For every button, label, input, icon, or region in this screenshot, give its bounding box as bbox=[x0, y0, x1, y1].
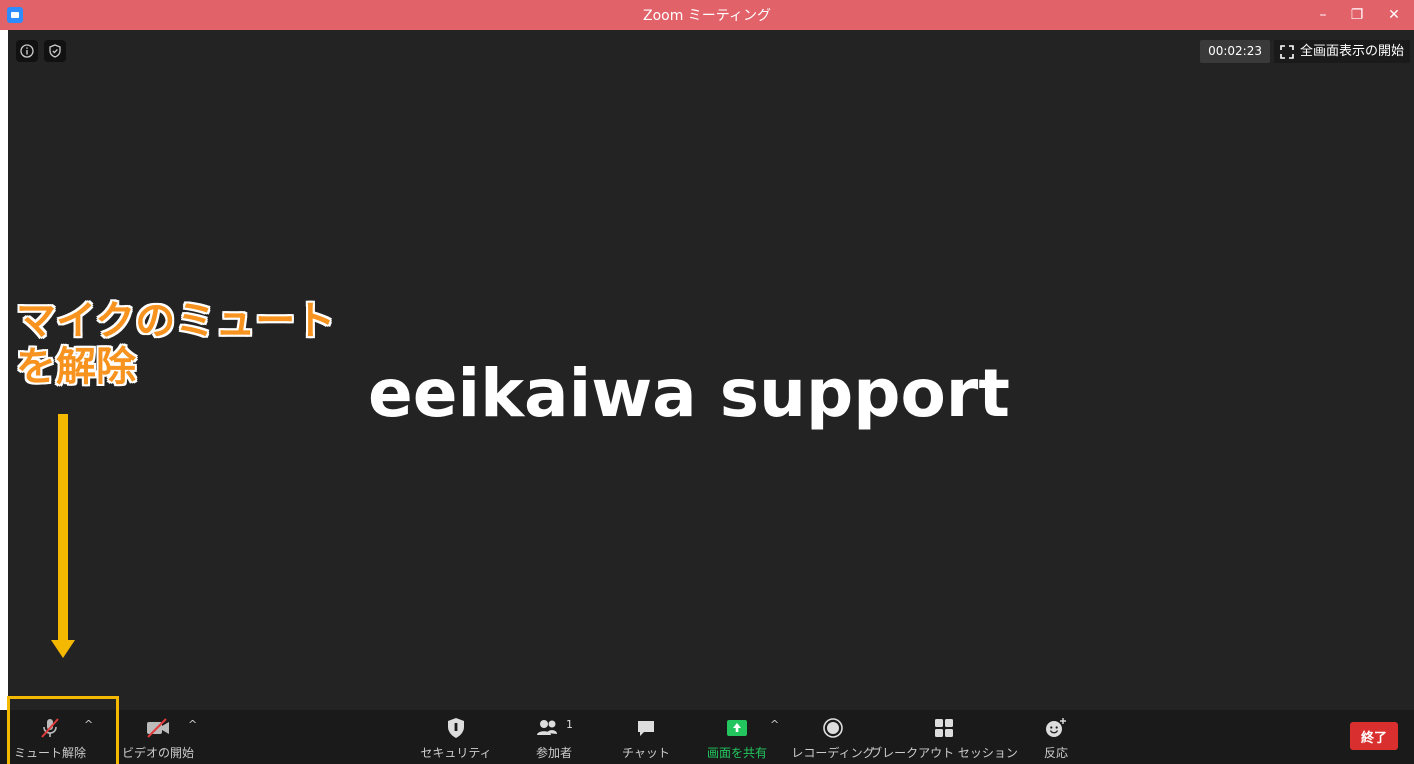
window-title: Zoom ミーティング bbox=[643, 8, 771, 24]
reaction-emoji-icon bbox=[1044, 715, 1068, 741]
annotation-arrow-head bbox=[51, 640, 75, 658]
close-button[interactable]: ✕ bbox=[1374, 0, 1414, 30]
participants-label: 参加者 bbox=[535, 746, 572, 760]
chat-bubble-icon bbox=[635, 715, 657, 741]
annotation-arrow-shaft bbox=[58, 414, 68, 642]
record-icon bbox=[822, 715, 844, 741]
share-options-caret-icon[interactable]: ^ bbox=[770, 718, 779, 731]
encryption-shield-icon[interactable] bbox=[44, 40, 66, 62]
participants-count: 1 bbox=[566, 717, 573, 731]
recording-button[interactable]: レコーディング bbox=[791, 710, 875, 764]
window-controls: – ❐ ✕ bbox=[1306, 0, 1414, 30]
share-screen-button[interactable]: 画面を共有 bbox=[702, 710, 772, 764]
annotation-line-2: を解除 bbox=[16, 344, 136, 390]
annotation-line-1: マイクのミュート bbox=[16, 298, 336, 344]
fullscreen-label: 全画面表示の開始 bbox=[1299, 44, 1404, 59]
security-shield-icon bbox=[446, 715, 466, 741]
video-off-icon bbox=[144, 715, 172, 741]
reactions-label: 反応 bbox=[1043, 746, 1068, 760]
security-button[interactable]: セキュリティ bbox=[420, 710, 492, 764]
reactions-button[interactable]: 反応 bbox=[1026, 710, 1086, 764]
meeting-timer: 00:02:23 bbox=[1200, 40, 1270, 63]
unmute-highlight-box bbox=[7, 696, 119, 764]
chat-button[interactable]: チャット bbox=[616, 710, 676, 764]
participants-icon: 1 bbox=[535, 715, 573, 741]
recording-label: レコーディング bbox=[791, 746, 875, 760]
minimize-button[interactable]: – bbox=[1306, 0, 1340, 30]
fullscreen-button[interactable]: 全画面表示の開始 bbox=[1273, 40, 1410, 63]
participants-button[interactable]: 1 参加者 bbox=[524, 710, 584, 764]
video-options-caret-icon[interactable]: ^ bbox=[188, 718, 197, 731]
share-screen-label: 画面を共有 bbox=[706, 746, 767, 760]
start-video-button[interactable]: ビデオの開始 bbox=[118, 710, 198, 764]
security-label: セキュリティ bbox=[420, 746, 492, 760]
start-video-label: ビデオの開始 bbox=[121, 746, 194, 760]
chat-label: チャット bbox=[622, 746, 670, 760]
breakout-grid-icon bbox=[933, 715, 955, 741]
fullscreen-icon bbox=[1280, 44, 1294, 59]
share-screen-icon bbox=[725, 715, 749, 741]
annotation-callout: マイクのミュート を解除 bbox=[16, 298, 335, 390]
zoom-app-icon bbox=[7, 7, 23, 23]
breakout-rooms-label: ブレークアウト セッション bbox=[870, 746, 1018, 760]
breakout-rooms-button[interactable]: ブレークアウト セッション bbox=[870, 710, 1018, 764]
restore-button[interactable]: ❐ bbox=[1340, 0, 1374, 30]
participant-name-display: eeikaiwa support bbox=[368, 355, 1010, 432]
end-meeting-button[interactable]: 終了 bbox=[1350, 722, 1398, 750]
meeting-toolbar: ミュート解除 ^ ビデオの開始 ^ セキュリティ 1 参加者 チャット 画面を共… bbox=[0, 710, 1414, 764]
title-bar: Zoom ミーティング – ❐ ✕ bbox=[0, 0, 1414, 30]
info-icon[interactable] bbox=[16, 40, 38, 62]
